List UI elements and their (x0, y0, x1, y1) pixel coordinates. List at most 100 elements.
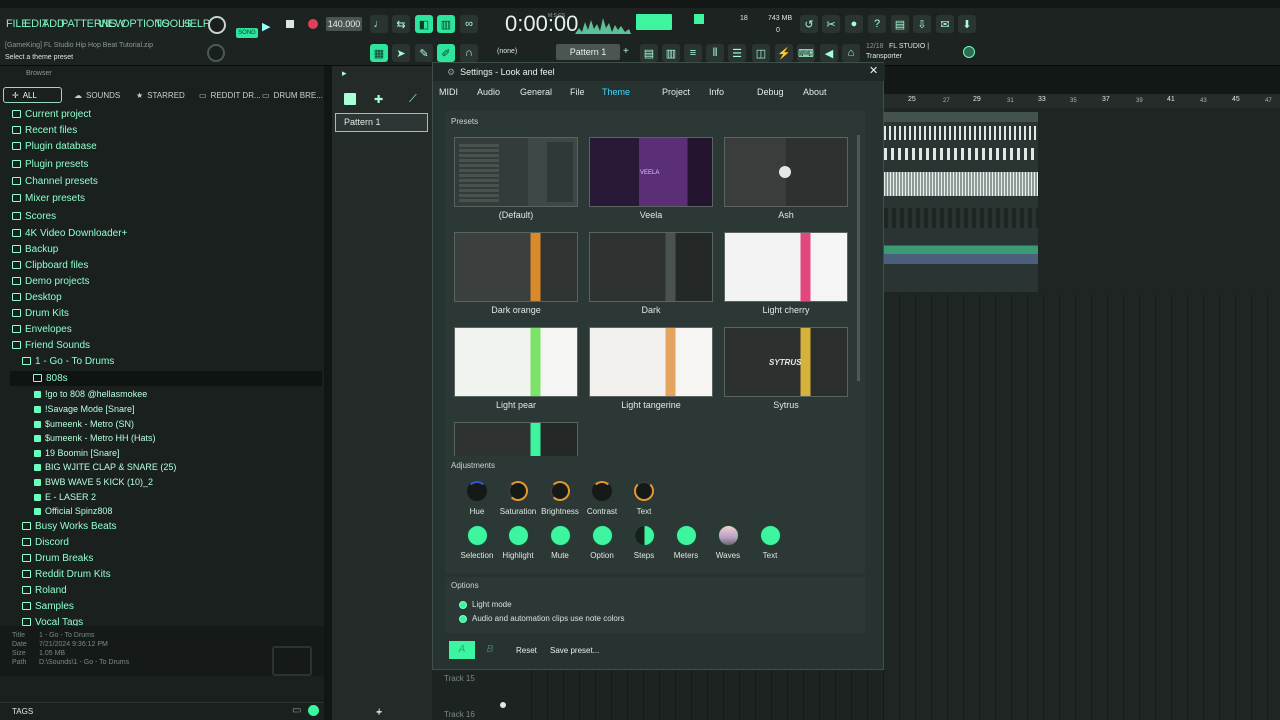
sample-file[interactable]: $umeenk - Metro HH (Hats) (34, 430, 156, 446)
contrast-knob[interactable] (592, 481, 612, 501)
brush-tool-icon[interactable]: ✐ (437, 44, 455, 62)
scroll-handle[interactable] (500, 702, 506, 708)
tree-folder-open[interactable]: Friend Sounds (12, 338, 90, 354)
metronome-icon[interactable]: ♩ (370, 15, 388, 33)
tree-folder[interactable]: Plugin presets (12, 157, 88, 173)
tab-general[interactable]: General (520, 87, 552, 97)
pattern-clip[interactable] (884, 112, 1038, 122)
browser-tab-sounds[interactable]: ☁ SOUNDS (74, 87, 120, 103)
files-icon[interactable]: ◫ (752, 44, 770, 62)
audio-clip[interactable] (884, 172, 1038, 196)
playlist-view-icon[interactable]: ▦ (370, 44, 388, 62)
save-preset-button[interactable]: Save preset... (550, 646, 599, 655)
tree-folder[interactable]: Demo projects (12, 274, 89, 290)
tree-folder-selected[interactable]: 808s (33, 371, 68, 387)
close-icon[interactable]: ✕ (869, 64, 878, 77)
master-volume-knob[interactable] (208, 16, 226, 34)
chat-icon[interactable]: ✉ (936, 15, 954, 33)
pattern-clip[interactable] (884, 148, 1038, 160)
steps-color-swatch[interactable] (634, 525, 655, 546)
tree-folder[interactable]: Mixer presets (12, 191, 85, 207)
text-knob[interactable] (634, 481, 654, 501)
pattern-list-item[interactable]: Pattern 1 (335, 113, 428, 132)
preset-light-tangerine[interactable] (589, 327, 713, 397)
shop-icon[interactable]: ⌂ (842, 44, 860, 62)
master-pitch-knob[interactable] (207, 44, 225, 62)
tree-subfolder-open[interactable]: 1 - Go - To Drums (22, 354, 114, 370)
preset-custom[interactable] (454, 422, 578, 456)
pattern-clip[interactable] (884, 208, 1038, 228)
preset-sytrus[interactable]: SYTRUS (724, 327, 848, 397)
preset-dark-orange[interactable] (454, 232, 578, 302)
touch-keyboard-icon[interactable]: ⌨ (797, 44, 815, 62)
mixer-sliders-icon[interactable]: ⫴ (706, 44, 724, 62)
tab-theme[interactable]: Theme (602, 87, 630, 97)
record-icon[interactable] (308, 19, 318, 29)
tree-folder[interactable]: Scores (12, 209, 56, 225)
tree-folder[interactable]: Backup (12, 242, 58, 258)
wait-input-icon[interactable]: ⇆ (392, 15, 410, 33)
channel-rack-icon[interactable]: ▤ (640, 44, 658, 62)
tab-debug[interactable]: Debug (757, 87, 784, 97)
save-icon[interactable]: ▤ (891, 15, 909, 33)
countdown-icon[interactable]: ◧ (415, 15, 433, 33)
preset-light-cherry[interactable] (724, 232, 848, 302)
add-track-icon[interactable]: + (376, 708, 382, 719)
pencil-tool-icon[interactable]: ✎ (415, 44, 433, 62)
globe-icon[interactable] (963, 46, 975, 58)
time-display[interactable]: 0:00:00 (505, 11, 578, 37)
piano-roll-icon[interactable]: ▥ (662, 44, 680, 62)
magnet-icon[interactable]: ∩ (460, 44, 478, 62)
song-mode-toggle[interactable]: SONG (236, 28, 258, 38)
tab-about[interactable]: About (803, 87, 827, 97)
stop-icon[interactable] (286, 20, 294, 28)
tab-midi[interactable]: MIDI (439, 87, 458, 97)
add-pattern-icon[interactable]: + (623, 46, 629, 57)
dialog-titlebar[interactable]: ⚙ Settings - Look and feel (433, 63, 885, 81)
light-mode-option[interactable]: Light mode (459, 600, 512, 609)
tab-info[interactable]: Info (709, 87, 724, 97)
pattern-clip[interactable] (884, 126, 1038, 140)
pattern-selector[interactable]: Pattern 1 (556, 44, 620, 60)
sample-file[interactable]: BIG WJITE CLAP & SNARE (25) (34, 459, 176, 475)
selection-color-swatch[interactable] (467, 525, 488, 546)
tree-folder[interactable]: Clipboard files (12, 258, 88, 274)
tree-folder[interactable]: Samples (22, 599, 74, 615)
plugin-icon[interactable]: ⚡ (775, 44, 793, 62)
brightness-knob[interactable] (550, 481, 570, 501)
tree-folder[interactable]: Drum Kits (12, 306, 69, 322)
presets-scrollbar[interactable] (857, 135, 860, 381)
search-icon[interactable] (308, 705, 319, 716)
browser-tab-all[interactable]: ✛ ALL (3, 87, 62, 103)
browser-tab-drum-breaks[interactable]: ▭ DRUM BRE... (262, 87, 323, 103)
tree-folder[interactable]: 4K Video Downloader+ (12, 226, 127, 242)
tab-project[interactable]: Project (662, 87, 690, 97)
automation-clip[interactable] (884, 242, 1038, 254)
undo-icon[interactable]: ↺ (800, 15, 818, 33)
meters-color-swatch[interactable] (676, 525, 697, 546)
play-icon[interactable]: ▶ (262, 20, 270, 33)
preset-veela[interactable]: VEELA (589, 137, 713, 207)
option-color-swatch[interactable] (592, 525, 613, 546)
tree-folder[interactable]: Roland (22, 583, 67, 599)
news-title[interactable]: FL STUDIO | (889, 43, 929, 50)
snap-value[interactable]: (none) (497, 48, 517, 55)
tree-folder[interactable]: Desktop (12, 290, 62, 306)
note-colors-option[interactable]: Audio and automation clips use note colo… (459, 614, 625, 623)
sample-file[interactable]: !Savage Mode [Snare] (34, 401, 135, 417)
track-label[interactable]: Track 16 (444, 710, 475, 719)
audio-clip[interactable] (884, 254, 1038, 264)
microphone-icon[interactable]: ● (845, 15, 863, 33)
help-icon[interactable]: ? (868, 15, 886, 33)
browser-icon[interactable]: ☰ (728, 44, 746, 62)
tree-folder[interactable]: Current project (12, 107, 91, 123)
track-label[interactable]: Track 15 (444, 674, 475, 683)
theme-slot-b-button[interactable]: B (477, 641, 503, 659)
browser-tab-starred[interactable]: ★ STARRED (136, 87, 185, 103)
sample-file[interactable]: BWB WAVE 5 KICK (10)_2 (34, 474, 153, 490)
cut-icon[interactable]: ✂ (822, 15, 840, 33)
tree-folder[interactable]: Drum Breaks (22, 551, 93, 567)
timeline-ruler[interactable]: 25 27 29 31 33 35 37 39 41 43 45 47 (884, 94, 1280, 108)
reset-button[interactable]: Reset (516, 646, 537, 655)
mute-color-swatch[interactable] (550, 525, 571, 546)
